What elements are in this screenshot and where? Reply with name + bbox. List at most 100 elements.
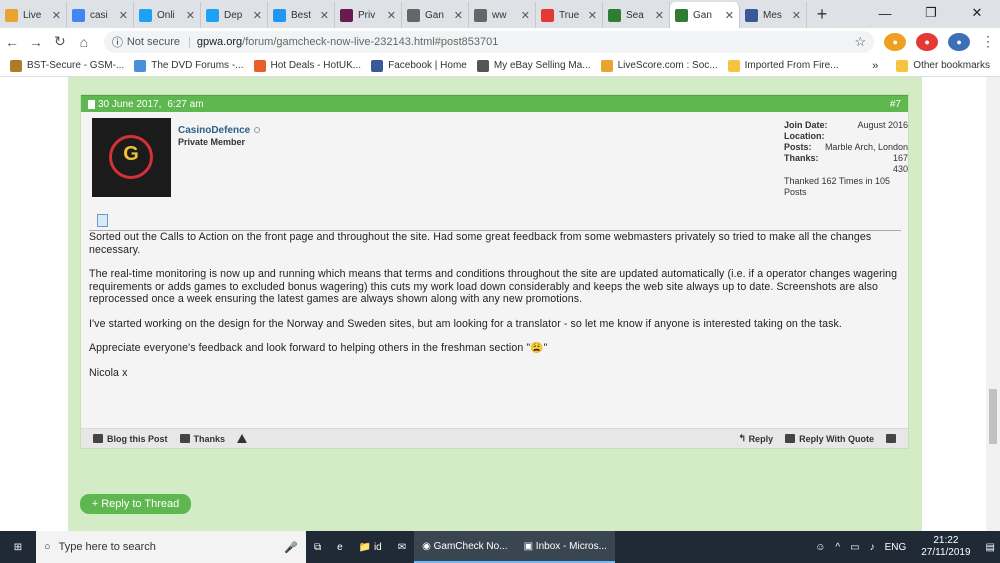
home-icon[interactable]: ⌂ xyxy=(72,34,96,50)
people-icon[interactable]: ☺ xyxy=(815,542,825,553)
tab-6[interactable]: Gan ✕ xyxy=(402,2,469,28)
profile-avatar[interactable]: ● xyxy=(948,32,971,51)
join-date-value: August 2016 xyxy=(857,120,908,130)
info-icon[interactable]: ⓘ xyxy=(112,34,123,50)
tab-favicon-icon xyxy=(139,8,152,22)
task-view-icon[interactable]: ⧉ xyxy=(306,531,329,563)
windows-start-icon[interactable]: ⊞ xyxy=(0,531,36,563)
close-tab-icon[interactable]: ✕ xyxy=(186,9,195,22)
post-signature: Nicola x xyxy=(89,366,128,379)
folder-icon xyxy=(896,59,909,72)
close-tab-icon[interactable]: ✕ xyxy=(320,9,329,22)
tab-2[interactable]: Onli ✕ xyxy=(134,2,201,28)
extension-icon[interactable]: ● xyxy=(884,32,907,51)
close-tab-icon[interactable]: ✕ xyxy=(454,9,463,22)
report-button[interactable] xyxy=(237,434,251,443)
tray-chevron-icon[interactable]: ^ xyxy=(835,542,840,553)
close-tab-icon[interactable]: ✕ xyxy=(588,9,597,22)
language-indicator[interactable]: ENG xyxy=(885,542,907,553)
post-number-link[interactable]: #7 xyxy=(890,99,901,110)
close-tab-icon[interactable]: ✕ xyxy=(387,9,396,22)
mail-icon[interactable]: ✉ xyxy=(390,531,414,563)
close-tab-icon[interactable]: ✕ xyxy=(521,9,530,22)
bookmark-label: BST-Secure - GSM-... xyxy=(27,60,125,71)
tab-10[interactable]: Gan ✕ xyxy=(670,2,740,28)
thanks-row: Thanks: 167 xyxy=(784,153,908,164)
reply-with-quote-button[interactable]: Reply With Quote xyxy=(785,434,874,444)
username-link[interactable]: CasinoDefence xyxy=(178,125,261,136)
taskbar-search-placeholder: Type here to search xyxy=(58,541,156,553)
network-icon[interactable]: ▭ xyxy=(850,542,859,553)
tab-favicon-icon xyxy=(72,8,85,22)
avatar[interactable]: G xyxy=(92,118,171,197)
new-tab-button[interactable]: + xyxy=(807,2,837,28)
tab-9[interactable]: Sea ✕ xyxy=(603,2,670,28)
tab-0[interactable]: Live ✕ xyxy=(0,2,67,28)
close-tab-icon[interactable]: ✕ xyxy=(725,9,734,22)
tab-8[interactable]: True ✕ xyxy=(536,2,603,28)
bookmark-0[interactable]: BST-Secure - GSM-... xyxy=(10,59,125,72)
post-paragraph-2: The real-time monitoring is now up and r… xyxy=(89,268,898,305)
bookmark-label: Facebook | Home xyxy=(388,60,467,71)
tab-11[interactable]: Mes ✕ xyxy=(740,2,807,28)
taskbar-chrome[interactable]: ◉ GamCheck No... xyxy=(414,531,516,563)
tab-4[interactable]: Best ✕ xyxy=(268,2,335,28)
taskbar-outlook-label: Inbox - Micros... xyxy=(535,540,607,552)
maximize-button[interactable]: ❐ xyxy=(908,0,954,26)
close-tab-icon[interactable]: ✕ xyxy=(655,9,664,22)
taskbar-explorer[interactable]: 📁 id xyxy=(351,531,390,563)
close-tab-icon[interactable]: ✕ xyxy=(119,9,128,22)
scrollbar[interactable] xyxy=(986,77,1000,531)
other-bookmarks[interactable]: Other bookmarks xyxy=(896,59,990,72)
bookmarks-overflow-icon[interactable]: » xyxy=(872,60,878,72)
bookmark-favicon-icon xyxy=(253,59,266,72)
forum-post: 30 June 2017, 6:27 am #7 G CasinoDefence… xyxy=(80,94,909,449)
bookmark-star-icon[interactable]: ☆ xyxy=(855,34,867,50)
bookmark-6[interactable]: Imported From Fire... xyxy=(727,59,839,72)
tab-1[interactable]: casi ✕ xyxy=(67,2,134,28)
notifications-icon[interactable]: ▤ xyxy=(986,542,995,553)
tab-label: Gan xyxy=(425,9,444,21)
microphone-icon[interactable]: 🎤 xyxy=(284,541,298,554)
user-rank: Private Member xyxy=(178,137,246,147)
bookmark-1[interactable]: The DVD Forums -... xyxy=(134,59,244,72)
close-tab-icon[interactable]: ✕ xyxy=(52,9,61,22)
reload-icon[interactable]: ↻ xyxy=(48,33,72,50)
thanks-button[interactable]: Thanks xyxy=(179,434,225,444)
tab-3[interactable]: Dep ✕ xyxy=(201,2,268,28)
join-date-label: Join Date: xyxy=(784,120,828,130)
back-icon[interactable]: ← xyxy=(0,34,24,50)
tab-label: Dep xyxy=(224,9,243,21)
url-input[interactable]: ⓘ Not secure | gpwa.org /forum/gamcheck-… xyxy=(103,30,875,53)
forward-icon[interactable]: → xyxy=(24,34,48,50)
tab-favicon-icon xyxy=(407,8,420,22)
edge-icon[interactable]: e xyxy=(329,531,351,563)
location-row: Location: xyxy=(784,131,908,142)
tab-7[interactable]: ww ✕ xyxy=(469,2,536,28)
bookmark-4[interactable]: My eBay Selling Ma... xyxy=(476,59,591,72)
close-window-button[interactable]: ✕ xyxy=(954,0,1000,26)
adblock-icon[interactable]: ● xyxy=(916,32,939,51)
bookmark-list: BST-Secure - GSM-... The DVD Forums -... H… xyxy=(0,59,839,72)
multi-quote-button[interactable] xyxy=(886,434,900,443)
bookmark-5[interactable]: LiveScore.com : Soc... xyxy=(600,59,718,72)
tab-label: ww xyxy=(492,9,507,21)
taskbar-outlook[interactable]: ▣ Inbox - Micros... xyxy=(515,531,615,563)
volume-icon[interactable]: ♪ xyxy=(870,542,875,553)
minimize-button[interactable]: — xyxy=(862,0,908,26)
taskbar-search-input[interactable]: ○ Type here to search 🎤 xyxy=(36,531,306,563)
tab-favicon-icon xyxy=(745,8,758,22)
tab-favicon-icon xyxy=(541,8,554,22)
clock[interactable]: 21:22 27/11/2019 xyxy=(921,535,970,559)
reply-to-thread-button[interactable]: + Reply to Thread xyxy=(80,494,191,514)
menu-icon[interactable]: ⋮ xyxy=(976,33,1000,50)
bookmark-3[interactable]: Facebook | Home xyxy=(371,59,467,72)
tab-5[interactable]: Priv ✕ xyxy=(335,2,402,28)
reply-button[interactable]: ↰ Reply xyxy=(739,433,774,444)
close-tab-icon[interactable]: ✕ xyxy=(253,9,262,22)
bookmark-2[interactable]: Hot Deals - HotUK... xyxy=(253,59,361,72)
posts-value: Marble Arch, London xyxy=(824,142,908,152)
scrollbar-thumb[interactable] xyxy=(989,389,997,444)
close-tab-icon[interactable]: ✕ xyxy=(792,9,801,22)
blog-post-button[interactable]: Blog this Post xyxy=(93,434,168,444)
